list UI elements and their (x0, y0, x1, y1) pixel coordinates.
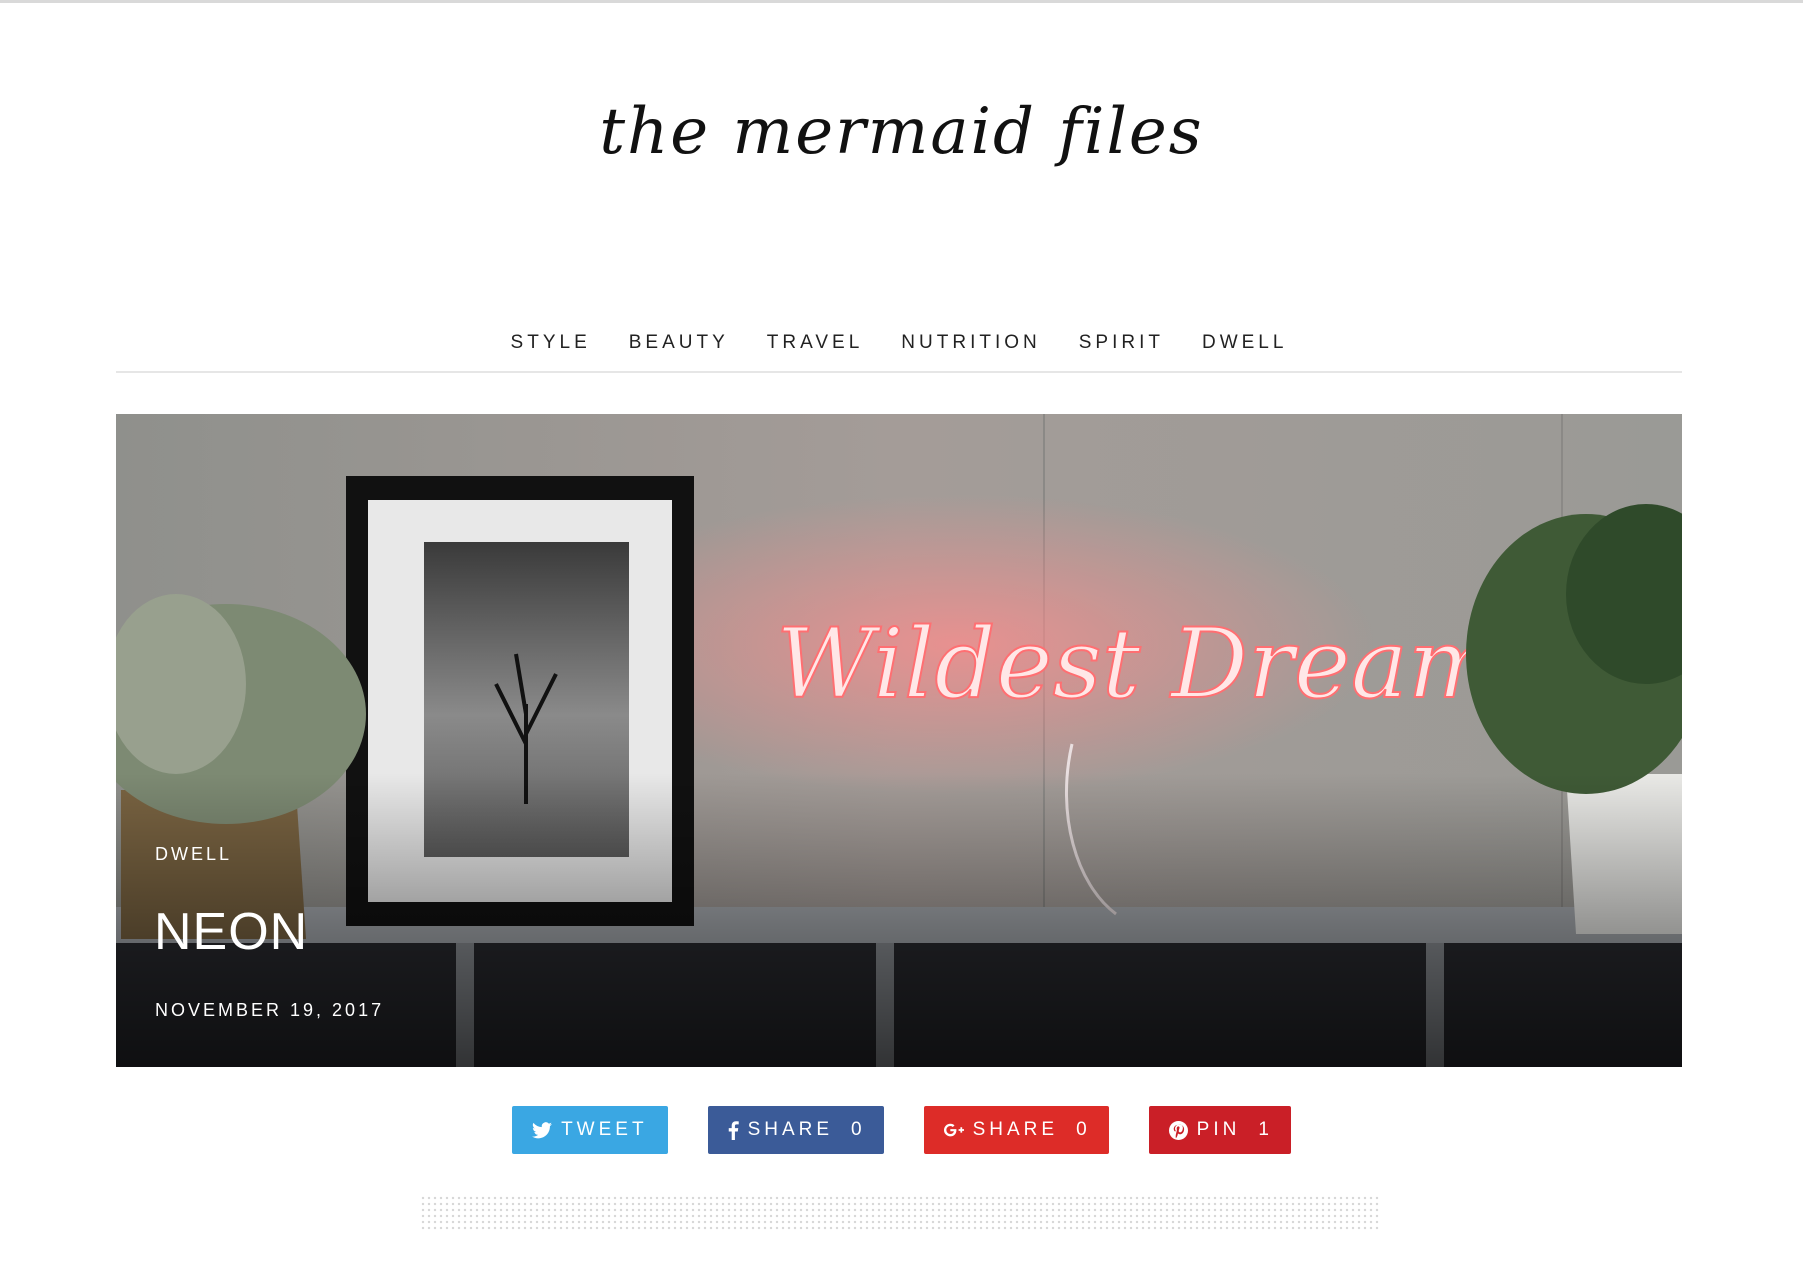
featured-post[interactable]: Wildest Dreams DWELL NEON NOVEMBER 19, 2… (116, 414, 1682, 1067)
pin-count: 1 (1258, 1119, 1271, 1140)
nav-item-dwell[interactable]: DWELL (1202, 320, 1287, 366)
google-plus-share-label: SHARE (972, 1119, 1059, 1140)
post-category[interactable]: DWELL (155, 844, 232, 865)
pin-label: PIN (1196, 1119, 1241, 1140)
nav-item-beauty[interactable]: BEAUTY (629, 320, 729, 366)
twitter-icon (532, 1121, 553, 1139)
nav-item-spirit[interactable]: SPIRIT (1079, 320, 1164, 366)
pinterest-icon (1168, 1120, 1188, 1140)
google-plus-share-count: 0 (1076, 1119, 1089, 1140)
google-plus-icon (943, 1123, 964, 1137)
hero-overlay (116, 414, 1682, 1067)
pin-button[interactable]: PIN 1 (1148, 1106, 1291, 1154)
top-border (0, 0, 1803, 3)
nav-item-nutrition[interactable]: NUTRITION (901, 320, 1040, 366)
nav-item-travel[interactable]: TRAVEL (767, 320, 864, 366)
tweet-label: TWEET (561, 1119, 648, 1140)
google-plus-share-button[interactable]: SHARE 0 (923, 1106, 1109, 1154)
post-date: NOVEMBER 19, 2017 (155, 1000, 385, 1020)
site-logo[interactable]: the mermaid files (0, 95, 1803, 169)
nav-item-style[interactable]: STYLE (511, 320, 591, 366)
facebook-share-label: SHARE (747, 1119, 834, 1140)
tweet-button[interactable]: TWEET (512, 1106, 668, 1154)
facebook-share-count: 0 (851, 1119, 864, 1140)
facebook-share-button[interactable]: SHARE 0 (707, 1106, 884, 1154)
dotted-divider (420, 1195, 1380, 1231)
facebook-icon (728, 1120, 739, 1140)
post-title[interactable]: NEON (154, 902, 308, 962)
share-bar: TWEET SHARE 0 SHARE 0 PIN 1 (0, 1106, 1803, 1154)
main-nav: STYLE BEAUTY TRAVEL NUTRITION SPIRIT DWE… (116, 320, 1682, 373)
